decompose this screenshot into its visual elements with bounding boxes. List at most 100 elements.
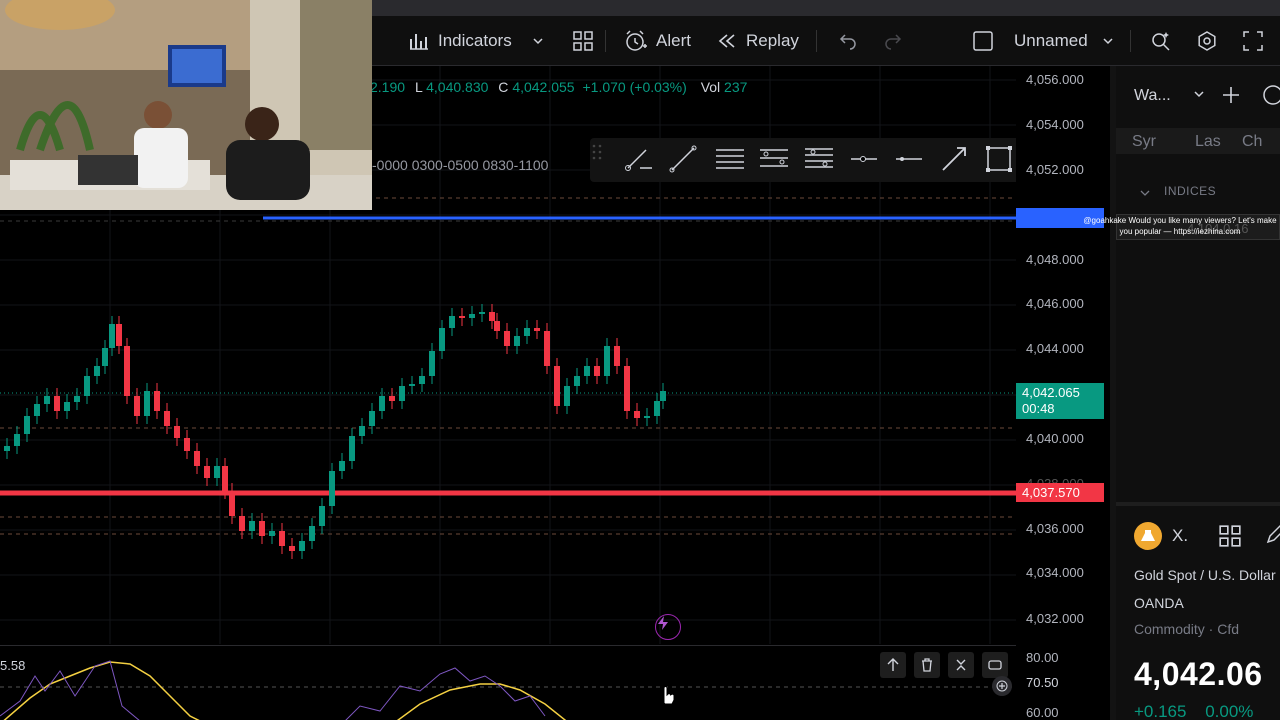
collapse-icon[interactable]	[948, 652, 974, 678]
col-last[interactable]: Las	[1195, 133, 1221, 151]
legend-change: +1.070 (+0.03%)	[582, 79, 687, 95]
watchlist-title[interactable]: Wa...	[1134, 87, 1205, 105]
indicators-button[interactable]: Indicators	[400, 23, 552, 59]
price-label: 4,048.000	[1026, 252, 1084, 267]
fullscreen-button[interactable]	[1234, 23, 1272, 59]
col-symbol[interactable]: Syr	[1132, 133, 1156, 151]
legend-close-value: 4,042.055	[512, 79, 575, 95]
chevron-down-icon[interactable]	[1140, 185, 1150, 203]
details-divider[interactable]	[1116, 502, 1280, 506]
camera-button[interactable]	[1272, 23, 1280, 59]
candle-body	[534, 328, 540, 331]
candle-body	[299, 541, 305, 551]
arrow-line-icon[interactable]	[939, 144, 971, 176]
grid-icon[interactable]	[1218, 524, 1242, 553]
horizontal-ray-icon[interactable]	[849, 144, 881, 176]
candle-body	[229, 491, 235, 516]
candle-body	[144, 391, 150, 416]
rectangle-icon[interactable]	[984, 144, 1016, 176]
candle-body	[409, 384, 415, 386]
add-symbol-icon[interactable]	[1220, 84, 1242, 111]
candle-body	[34, 404, 40, 416]
chevron-down-icon[interactable]	[532, 35, 544, 47]
symbol-full-name: Gold Spot / U.S. Dollar	[1134, 567, 1276, 583]
symbol-change-pct: 0.00%	[1205, 702, 1254, 720]
legend-vol-label: Vol	[700, 79, 721, 95]
candle-body	[594, 366, 600, 376]
settings-button[interactable]	[1188, 23, 1226, 59]
candle-body	[44, 396, 50, 404]
price-label: 4,034.000	[1026, 565, 1084, 580]
symbol-change: +0.165 0.00%	[1134, 702, 1253, 720]
candle-body	[584, 366, 590, 376]
alert-button[interactable]: Alert	[616, 23, 699, 59]
candle-body	[214, 466, 220, 478]
candle-body	[389, 396, 395, 401]
redo-button[interactable]	[875, 23, 911, 59]
candle-body	[624, 366, 630, 411]
parallel-channel-icon[interactable]	[714, 144, 746, 176]
candle-body	[194, 451, 200, 466]
indices-section[interactable]: INDICES	[1164, 184, 1216, 198]
oscillator-pane[interactable]: 5.58	[0, 645, 1016, 720]
candle-body	[644, 416, 650, 418]
candle-body	[64, 402, 70, 411]
undo-button[interactable]	[830, 23, 866, 59]
square-icon	[972, 30, 994, 52]
candle-body	[74, 396, 80, 402]
symbol-type: Commodity · Cfd	[1134, 621, 1240, 637]
fib-retracement-icon[interactable]	[758, 144, 790, 176]
candle-body	[54, 396, 60, 411]
candle-body	[269, 531, 275, 536]
layout-selector[interactable]: Unnamed	[964, 23, 1122, 59]
pane-controls	[880, 652, 1008, 678]
price-label: 4,040.000	[1026, 431, 1084, 446]
add-plus-icon[interactable]	[992, 676, 1012, 696]
price-label: 4,036.000	[1026, 521, 1084, 536]
edit-icon[interactable]	[1264, 524, 1280, 551]
toolbar-divider	[1130, 30, 1131, 52]
oscillator-plot	[0, 660, 1016, 720]
watchlist-title-label: Wa...	[1134, 87, 1171, 104]
trend-line-icon[interactable]	[624, 144, 656, 176]
candle-body	[449, 316, 455, 328]
layout-name: Unnamed	[1014, 31, 1088, 50]
drag-handle-icon[interactable]	[592, 144, 624, 176]
candle-body	[369, 411, 375, 426]
legend-vol-value: 237	[724, 79, 748, 95]
candle-body	[84, 376, 90, 396]
fullscreen-icon	[1242, 30, 1264, 52]
trash-icon[interactable]	[914, 652, 940, 678]
templates-button[interactable]	[564, 23, 602, 59]
hand-cursor-icon	[658, 683, 676, 710]
indicator-value: 5.58	[0, 658, 26, 673]
price-axis[interactable]: 4,056.000 4,054.000 4,052.000 4,048.000 …	[1016, 66, 1110, 720]
ray-line-icon[interactable]	[668, 144, 700, 176]
symbol-exchange[interactable]: OANDA	[1134, 595, 1184, 611]
chart-toolbar: Indicators Alert Replay Unnamed	[372, 16, 1280, 66]
candle-body	[479, 312, 485, 314]
move-up-icon[interactable]	[880, 652, 906, 678]
lightning-icon[interactable]	[655, 614, 681, 640]
horizontal-line-icon[interactable]	[894, 144, 926, 176]
candle-body	[102, 348, 108, 366]
redo-icon	[883, 31, 903, 51]
candle-body	[429, 351, 435, 376]
gear-icon	[1196, 30, 1218, 52]
maximize-pane-icon[interactable]	[982, 652, 1008, 678]
col-change[interactable]: Ch	[1242, 133, 1262, 151]
candle-body	[379, 396, 385, 411]
symbol-short[interactable]: X.	[1172, 526, 1188, 546]
webcam-scene	[0, 0, 372, 210]
undo-icon	[838, 31, 858, 51]
price-label: 4,052.000	[1026, 162, 1084, 177]
chevron-down-icon	[1102, 35, 1114, 47]
candle-body	[554, 366, 560, 406]
quick-search-button[interactable]	[1142, 23, 1180, 59]
advanced-view-icon[interactable]	[1262, 84, 1280, 111]
fib-extension-icon[interactable]	[803, 144, 835, 176]
search-sparkle-icon	[1150, 30, 1172, 52]
price-label: 4,044.000	[1026, 341, 1084, 356]
replay-button[interactable]: Replay	[708, 23, 807, 59]
candle-body	[614, 346, 620, 366]
